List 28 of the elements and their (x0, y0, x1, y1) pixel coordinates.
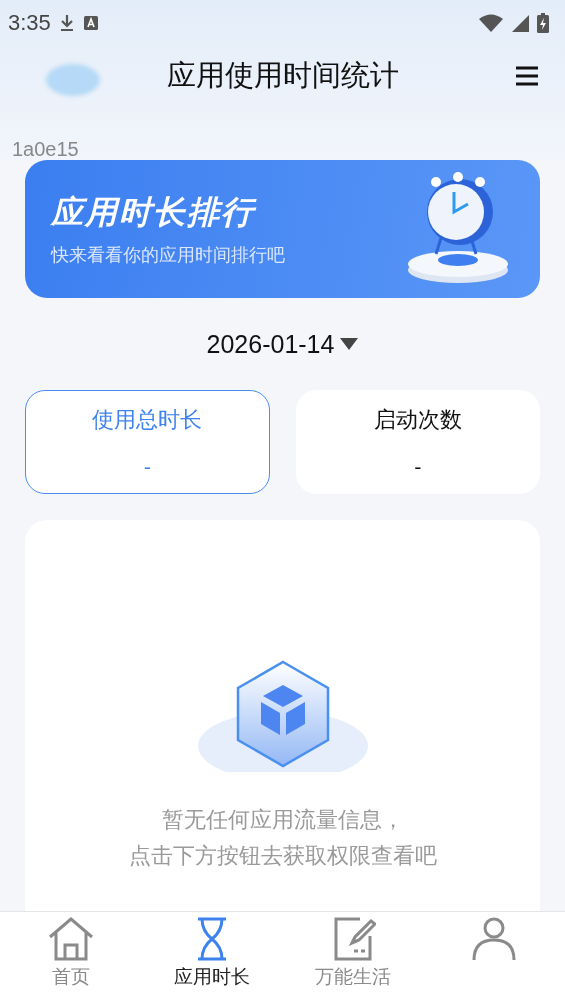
download-icon (58, 14, 75, 32)
banner[interactable]: 应用时长排行 快来看看你的应用时间排行吧 (25, 160, 540, 298)
stat-value: - (143, 455, 151, 479)
battery-icon (537, 13, 549, 33)
bubble-decoration (46, 64, 100, 96)
date-selector[interactable]: 2026-01-14 (206, 329, 359, 359)
dropdown-caret-icon (340, 338, 359, 350)
stat-label: 使用总时长 (92, 406, 203, 434)
empty-state-message: 暂无任何应用流量信息， 点击下方按钮去获取权限查看吧 (128, 806, 437, 870)
keyboard-icon (82, 15, 99, 31)
debug-label: 1a0e15 (12, 138, 79, 161)
nav-tab[interactable]: 应用时长 (151, 916, 272, 990)
signal-icon (511, 14, 529, 32)
nav-tab[interactable]: 首页 (10, 916, 131, 990)
stat-label: 启动次数 (373, 406, 462, 434)
page-title: 应用使用时间统计 (166, 57, 399, 94)
home-icon (47, 916, 94, 962)
cube-icon (196, 660, 369, 772)
banner-subtitle: 快来看看你的应用时间排行吧 (51, 243, 285, 267)
user-icon (471, 916, 518, 962)
status-time: 3:35 (8, 10, 51, 36)
stat-value: - (414, 455, 422, 479)
banner-title: 应用时长排行 (51, 192, 258, 233)
stat-tab[interactable]: 启动次数 - (295, 390, 540, 494)
nav-tab[interactable]: 万能生活 (293, 916, 414, 990)
menu-icon[interactable] (515, 66, 539, 86)
wifi-icon (479, 14, 503, 32)
stat-tab[interactable]: 使用总时长 - (25, 390, 270, 494)
